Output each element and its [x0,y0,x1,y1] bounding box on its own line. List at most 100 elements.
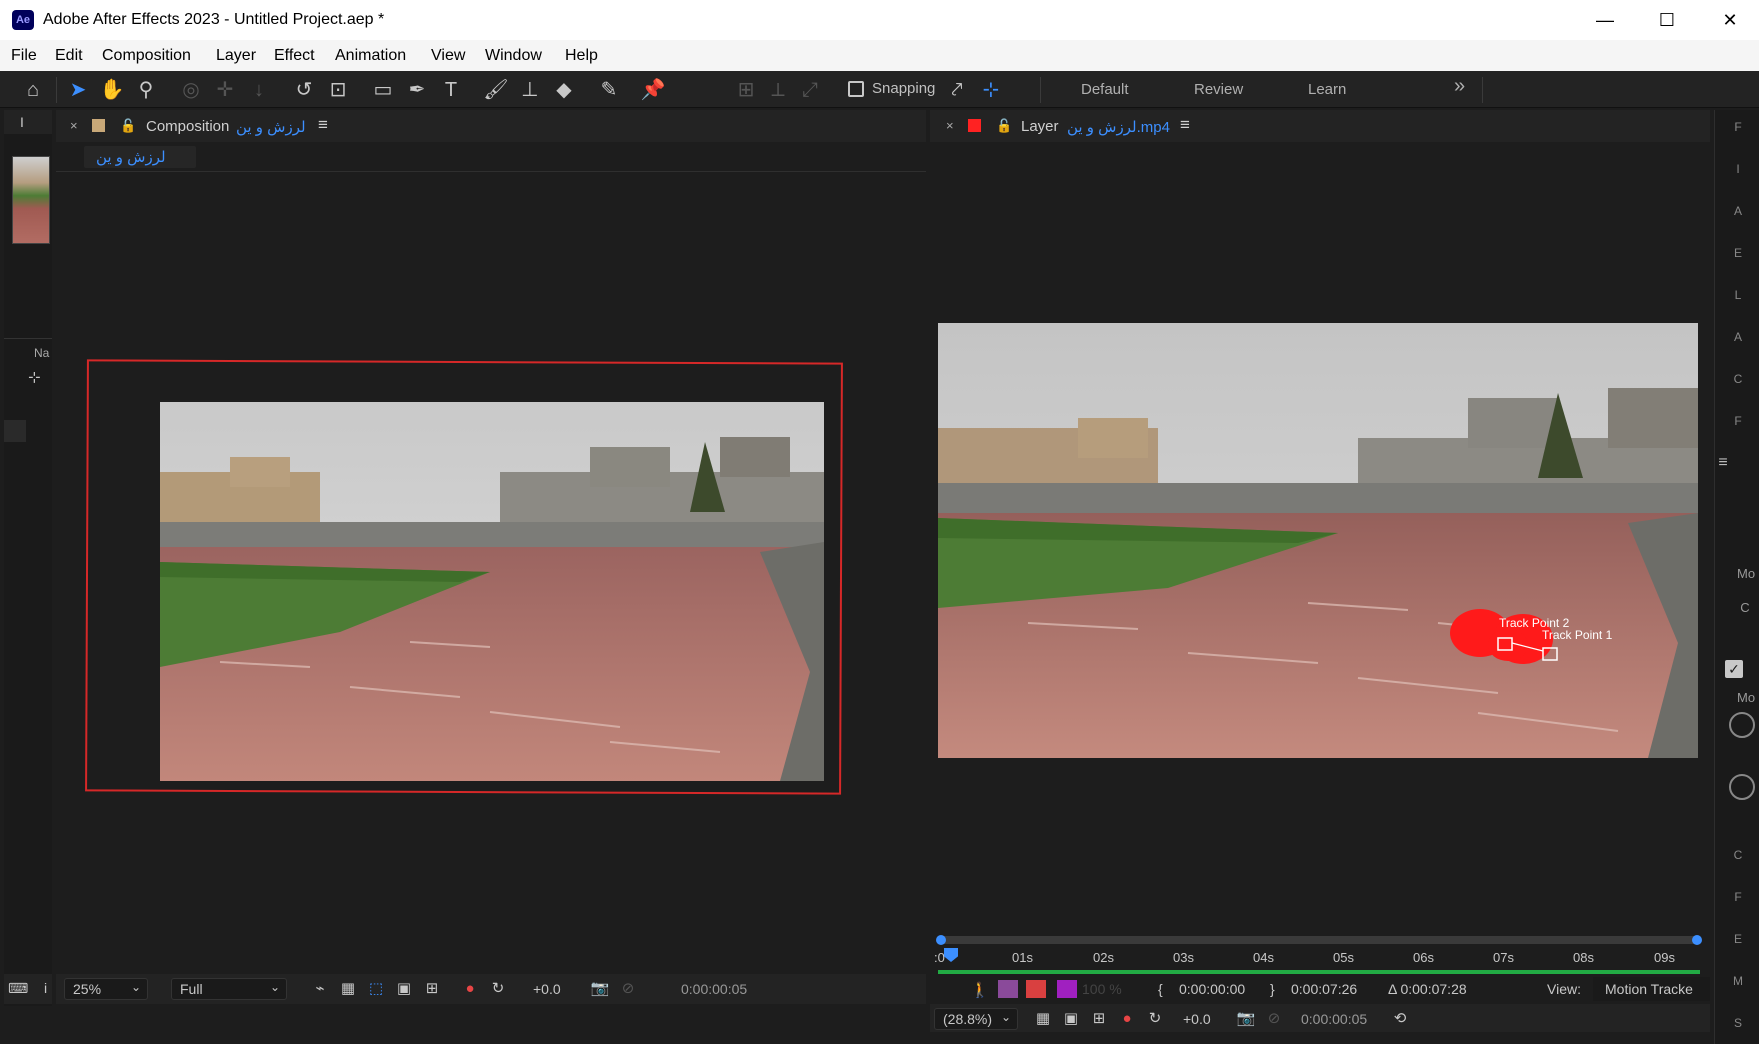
show-channel-icon[interactable]: ● [1117,1009,1137,1029]
hand-tool-icon[interactable]: ✋ [99,77,125,103]
panel-menu-icon[interactable]: ≡ [1180,115,1190,135]
purple-label-icon[interactable] [998,980,1018,998]
show-snapshot-icon[interactable]: ⊘ [1264,1009,1284,1029]
interpret-footage-icon[interactable]: ⌨ [8,980,28,997]
puppet-pin-tool-icon[interactable]: 📌 [640,77,666,103]
project-tab-label[interactable]: I [20,114,24,130]
right-panel-tab[interactable]: F [1730,890,1746,904]
walk-icon[interactable]: 🚶 [970,981,990,1001]
workspace-learn-tab[interactable]: Learn [1308,81,1346,98]
name-column-header[interactable]: Na [34,346,49,360]
workspace-default-tab[interactable]: Default [1081,81,1129,98]
analyze-button[interactable] [1729,712,1755,738]
show-snapshot-icon[interactable]: ⊘ [618,979,638,999]
mask-visibility-icon[interactable]: ⬚ [366,979,386,999]
workspace-review-tab[interactable]: Review [1194,81,1243,98]
view-dropdown[interactable]: Motion Tracke [1593,977,1710,1001]
right-panel-tab[interactable]: A [1730,330,1746,344]
panel-menu-icon[interactable]: ≡ [318,115,328,135]
region-of-interest-icon[interactable]: ▣ [1061,1009,1081,1029]
always-preview-icon[interactable]: ⟲ [1390,1009,1410,1029]
current-time-indicator[interactable] [944,948,958,962]
rotation-tool-icon[interactable]: ↺ [291,77,317,103]
selection-tool-icon[interactable]: ➤ [65,77,91,103]
layer-current-time[interactable]: 0:00:00:05 [1301,1011,1367,1027]
close-window-button[interactable]: ✕ [1715,6,1745,34]
brush-tool-icon[interactable]: 🖌 [483,77,509,103]
menu-layer[interactable]: Layer [216,47,256,65]
orbit-camera-icon[interactable]: ◎ [178,77,204,103]
track-point-1-label[interactable]: Track Point 1 [1542,628,1612,642]
apply-button[interactable] [1729,774,1755,800]
right-panel-tab[interactable]: E [1730,932,1746,946]
layer-zoom-dropdown[interactable]: (28.8%) ⌄ [934,1008,1018,1030]
snap-target-icon[interactable]: ⊹ [978,77,1004,103]
reset-exposure-icon[interactable]: ↻ [488,979,508,999]
roto-brush-tool-icon[interactable]: ✎ [596,77,622,103]
comp-zoom-dropdown[interactable]: 25% ⌄ [64,978,148,1000]
comp-name[interactable]: لرزش و ین [236,118,306,136]
layer-viewer-frame[interactable] [938,323,1698,758]
layer-label-color-swatch[interactable] [968,119,981,132]
grid-guides-icon[interactable]: ⊞ [1089,1009,1109,1029]
right-panel-tab[interactable]: F [1730,414,1746,428]
menu-window[interactable]: Window [485,47,542,65]
magenta-label-icon[interactable] [1057,980,1077,998]
show-channel-icon[interactable]: ● [460,979,480,999]
menu-edit[interactable]: Edit [55,47,83,65]
maximize-button[interactable]: ☐ [1652,6,1682,34]
pen-tool-icon[interactable]: ✒ [404,77,430,103]
comp-resolution-dropdown[interactable]: Full ⌄ [171,978,287,1000]
type-tool-icon[interactable]: T [438,77,464,103]
menu-animation[interactable]: Animation [335,47,406,65]
world-axis-mode-icon[interactable]: ⟂ [765,77,791,103]
region-of-interest-icon[interactable]: ▣ [394,979,414,999]
fast-previews-icon[interactable]: ⌁ [310,979,330,999]
snapshot-camera-icon[interactable]: 📷 [1236,1009,1256,1029]
transparency-grid-icon[interactable]: ▦ [1033,1009,1053,1029]
rectangle-tool-icon[interactable]: ▭ [370,77,396,103]
right-panel-tab[interactable]: A [1730,204,1746,218]
view-axis-mode-icon[interactable]: ⤢ [797,77,823,103]
dolly-camera-icon[interactable]: ↓ [246,77,272,103]
minimize-button[interactable]: — [1590,6,1620,34]
home-icon[interactable]: ⌂ [20,77,46,103]
checkbox-checked-icon[interactable]: ✓ [1725,660,1743,678]
footage-thumbnail[interactable] [12,156,50,244]
comp-label-color-swatch[interactable] [92,119,105,132]
right-panel-tab[interactable]: L [1730,288,1746,302]
right-panel-tab[interactable]: S [1730,1016,1746,1030]
menu-composition[interactable]: Composition [102,47,191,65]
snapshot-camera-icon[interactable]: 📷 [590,979,610,999]
menu-effect[interactable]: Effect [274,47,315,65]
layer-exposure-value[interactable]: +0.0 [1183,1011,1211,1027]
eraser-tool-icon[interactable]: ◆ [551,77,577,103]
in-point-value[interactable]: 0:00:00:00 [1179,981,1245,997]
layer-name[interactable]: لرزش و ین.mp4 [1067,118,1170,136]
zoom-tool-icon[interactable]: ⚲ [133,77,159,103]
right-panel-tab[interactable]: E [1730,246,1746,260]
out-point-value[interactable]: 0:00:07:26 [1291,981,1357,997]
comp-current-time[interactable]: 0:00:00:05 [681,981,747,997]
menu-file[interactable]: File [11,47,37,65]
snapping-checkbox[interactable] [848,81,864,97]
work-area-start-handle[interactable] [936,935,946,945]
lock-icon[interactable]: 🔓 [120,118,136,134]
red-label-icon[interactable] [1026,980,1046,998]
local-axis-mode-icon[interactable]: ⊞ [733,77,759,103]
set-in-point-icon[interactable]: { [1158,981,1163,997]
transparency-grid-icon[interactable]: ▦ [338,979,358,999]
comp-exposure-value[interactable]: +0.0 [533,981,561,997]
right-panel-tab[interactable]: I [1730,162,1746,176]
reset-exposure-icon[interactable]: ↻ [1145,1009,1165,1029]
flowchart-icon[interactable]: ⊹ [28,368,41,386]
close-comp-panel-button[interactable]: × [70,118,78,133]
close-layer-panel-button[interactable]: × [946,118,954,133]
comp-tab[interactable]: لرزش و ین [84,146,196,168]
clone-stamp-tool-icon[interactable]: ⊥ [517,77,543,103]
menu-help[interactable]: Help [565,47,598,65]
right-panel-tab[interactable]: M [1730,974,1746,988]
bit-depth-label[interactable]: i [44,980,47,996]
project-item-row[interactable] [4,420,26,442]
right-panel-tab[interactable]: F [1730,120,1746,134]
